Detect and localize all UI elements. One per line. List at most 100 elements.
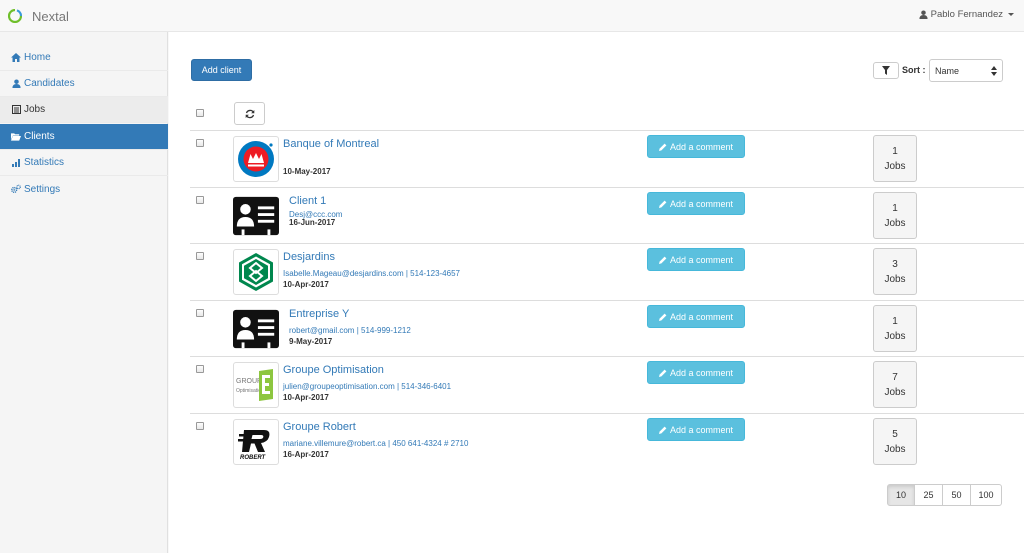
user-menu[interactable]: Pablo Fernandez: [919, 9, 1014, 20]
client-name-link[interactable]: Client 1: [289, 195, 326, 207]
client-name-link[interactable]: Groupe Optimisation: [283, 364, 384, 376]
brand[interactable]: Nextal: [8, 8, 69, 24]
add-comment-label: Add a comment: [669, 198, 734, 209]
pencil-icon: [658, 200, 667, 208]
add-comment-button[interactable]: Add a comment: [647, 192, 745, 215]
page-size-50[interactable]: 50: [942, 484, 971, 506]
sidebar-item-label: Clients: [24, 131, 55, 142]
jobs-count: 3: [892, 258, 898, 270]
sort-select[interactable]: Name: [929, 59, 1003, 82]
add-comment-button[interactable]: Add a comment: [647, 305, 745, 328]
refresh-button[interactable]: [234, 102, 265, 125]
add-comment-label: Add a comment: [669, 311, 734, 322]
jobs-count-button[interactable]: 5 Jobs: [873, 418, 917, 465]
groupe-optimisation-logo[interactable]: GROUPE Optimisation: [233, 362, 279, 408]
filter-icon: [882, 66, 890, 75]
sidebar-item-candidates[interactable]: Candidates: [0, 71, 168, 97]
client-date: 10-Apr-2017: [283, 280, 329, 289]
jobs-label: Jobs: [884, 386, 906, 398]
client-row: GROUPE Optimisation Groupe Optimisation …: [190, 356, 1024, 412]
jobs-count-button[interactable]: 3 Jobs: [873, 248, 917, 295]
jobs-count: 5: [892, 428, 898, 440]
client-date: 10-May-2017: [283, 167, 331, 176]
sidebar-item-home[interactable]: Home: [0, 45, 168, 71]
desjardins-logo[interactable]: [233, 249, 279, 295]
jobs-count: 7: [892, 371, 898, 383]
client-row: Client 1 Desj@ccc.com 16-Jun-2017 Add a …: [190, 187, 1024, 243]
jobs-count-button[interactable]: 1 Jobs: [873, 305, 917, 352]
client-date: 16-Apr-2017: [283, 450, 329, 459]
sidebar-item-label: Home: [24, 52, 51, 63]
sidebar-item-label: Jobs: [24, 104, 46, 115]
list-icon: [11, 105, 21, 115]
jobs-label: Jobs: [884, 217, 906, 229]
add-client-button[interactable]: Add client: [191, 59, 252, 81]
jobs-count-button[interactable]: 1 Jobs: [873, 135, 917, 182]
row-checkbox[interactable]: [196, 365, 204, 373]
row-checkbox[interactable]: [196, 196, 204, 204]
select-arrows-icon: [991, 66, 997, 76]
client-contact[interactable]: mariane.villemure@robert.ca | 450 641-43…: [283, 439, 468, 448]
sidebar-item-label: Settings: [24, 183, 61, 195]
add-comment-button[interactable]: Add a comment: [647, 135, 745, 158]
jobs-count-button[interactable]: 1 Jobs: [873, 192, 917, 239]
contact-card-logo[interactable]: [233, 306, 279, 352]
jobs-count: 1: [892, 202, 898, 214]
folder-open-icon: [11, 132, 21, 142]
client-date: 9-May-2017: [289, 337, 333, 346]
page-size-25[interactable]: 25: [914, 484, 943, 506]
add-comment-label: Add a comment: [669, 367, 734, 378]
main-content: Add client Sort : Name Banque of Montrea…: [169, 32, 1024, 553]
filter-button[interactable]: [873, 62, 899, 79]
bmo-logo[interactable]: [233, 136, 279, 182]
home-icon: [11, 53, 21, 63]
row-checkbox[interactable]: [196, 139, 204, 147]
page-size-10[interactable]: 10: [887, 484, 915, 506]
sidebar: Home Candidates Jobs Clients Statistics …: [0, 32, 168, 553]
add-comment-button[interactable]: Add a comment: [647, 248, 745, 271]
gears-icon: [11, 184, 21, 194]
client-row: Desjardins Isabelle.Mageau@desjardins.co…: [190, 243, 1024, 299]
jobs-label: Jobs: [884, 273, 906, 285]
sidebar-item-label: Candidates: [24, 78, 75, 89]
client-contact[interactable]: robert@gmail.com | 514-999-1212: [289, 326, 411, 335]
robert-logo[interactable]: ROBERT: [233, 419, 279, 465]
add-comment-label: Add a comment: [669, 254, 734, 265]
sidebar-item-statistics[interactable]: Statistics: [0, 150, 168, 176]
page-size-100[interactable]: 100: [970, 484, 1002, 506]
row-checkbox[interactable]: [196, 422, 204, 430]
user-icon: [11, 79, 21, 89]
jobs-count: 1: [892, 315, 898, 327]
svg-text:ROBERT: ROBERT: [240, 455, 267, 461]
add-comment-button[interactable]: Add a comment: [647, 418, 745, 441]
client-contact[interactable]: julien@groupeoptimisation.com | 514-346-…: [283, 382, 451, 391]
sidebar-item-jobs[interactable]: Jobs: [0, 97, 168, 123]
caret-down-icon: [1008, 13, 1014, 16]
nextal-logo-icon: [8, 9, 22, 23]
client-date: 10-Apr-2017: [283, 393, 329, 402]
client-date: 16-Jun-2017: [289, 218, 336, 227]
client-row: Entreprise Y robert@gmail.com | 514-999-…: [190, 300, 1024, 356]
sidebar-item-settings[interactable]: Settings: [0, 176, 168, 202]
page-size-selector: 10 25 50 100: [887, 484, 1002, 506]
jobs-count-button[interactable]: 7 Jobs: [873, 361, 917, 408]
user-icon: [919, 10, 928, 19]
jobs-label: Jobs: [884, 160, 906, 172]
contact-card-logo[interactable]: [233, 193, 279, 239]
bar-chart-icon: [11, 158, 21, 168]
client-name-link[interactable]: Entreprise Y: [289, 308, 349, 320]
row-checkbox[interactable]: [196, 252, 204, 260]
add-comment-label: Add a comment: [669, 424, 734, 435]
jobs-count: 1: [892, 145, 898, 157]
client-contact[interactable]: Isabelle.Mageau@desjardins.com | 514-123…: [283, 269, 460, 278]
client-row: Banque of Montreal 10-May-2017 Add a com…: [190, 130, 1024, 186]
add-comment-button[interactable]: Add a comment: [647, 361, 745, 384]
select-all-checkbox[interactable]: [196, 109, 204, 117]
sidebar-item-clients[interactable]: Clients: [0, 124, 168, 150]
pencil-icon: [658, 143, 667, 151]
sort-value: Name: [935, 65, 960, 76]
client-name-link[interactable]: Banque of Montreal: [283, 138, 379, 150]
client-name-link[interactable]: Desjardins: [283, 251, 335, 263]
row-checkbox[interactable]: [196, 309, 204, 317]
client-name-link[interactable]: Groupe Robert: [283, 421, 356, 433]
